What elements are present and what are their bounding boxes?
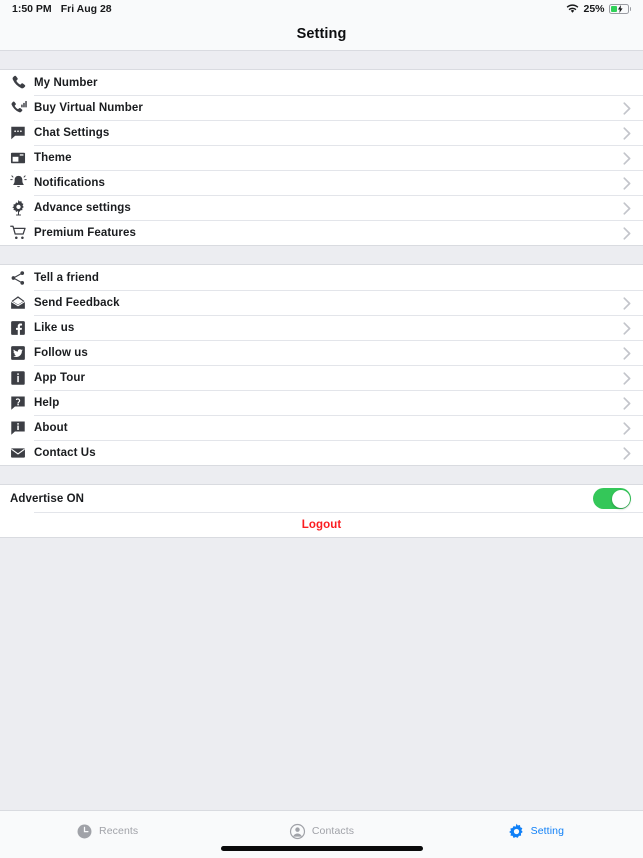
bell-icon [8, 173, 28, 193]
settings-row-label: Contact Us [34, 446, 96, 459]
settings-row-help[interactable]: Help [0, 390, 643, 415]
status-date: Fri Aug 28 [60, 3, 112, 15]
settings-row-follow-us[interactable]: Follow us [0, 340, 643, 365]
logout-label: Logout [301, 518, 342, 531]
section-gap-bottom [0, 466, 643, 484]
settings-row-label: Notifications [34, 176, 105, 189]
tab-bar: Recents Contacts Setting [0, 810, 643, 858]
settings-row-label: Premium Features [34, 226, 136, 239]
cart-icon [8, 223, 28, 243]
settings-row-my-number[interactable]: My Number [0, 70, 643, 95]
chevron-right-icon [623, 126, 631, 140]
settings-row-chat-settings[interactable]: Chat Settings [0, 120, 643, 145]
chevron-right-icon [623, 201, 631, 215]
section-gap-top [0, 51, 643, 69]
chat-bubble-icon [8, 123, 28, 143]
settings-row-label: Follow us [34, 346, 88, 359]
settings-row-label: Buy Virtual Number [34, 101, 143, 114]
home-indicator [220, 846, 423, 851]
empty-area [0, 538, 643, 810]
settings-row-notifications[interactable]: Notifications [0, 170, 643, 195]
chevron-right-icon [623, 176, 631, 190]
advertise-label: Advertise ON [10, 492, 85, 505]
lightning-bolt-icon [617, 5, 623, 13]
wifi-icon [567, 4, 579, 13]
chevron-right-icon [623, 296, 631, 310]
share-icon [8, 268, 28, 288]
phone-icon [8, 73, 28, 93]
toggle-knob [611, 489, 630, 508]
navigation-bar: Setting [0, 18, 643, 51]
facebook-icon [8, 318, 28, 338]
logout-button[interactable]: Logout [0, 512, 643, 537]
envelope-icon [8, 443, 28, 463]
info-square-icon [8, 368, 28, 388]
chevron-right-icon [623, 101, 631, 115]
settings-screen: 1:50 PM Fri Aug 28 25% Setting My Number… [0, 0, 643, 858]
gear-icon [508, 823, 523, 838]
gear-icon [8, 198, 28, 218]
info-bubble-icon [8, 418, 28, 438]
phone-signal-icon [8, 98, 28, 118]
chevron-right-icon [623, 371, 631, 385]
tab-recents[interactable]: Recents [0, 811, 214, 845]
page-title: Setting [296, 26, 347, 42]
question-bubble-icon [8, 393, 28, 413]
settings-row-advance-settings[interactable]: Advance settings [0, 195, 643, 220]
advertise-toggle[interactable] [593, 488, 631, 509]
settings-row-label: Help [34, 396, 60, 409]
settings-row-label: Tell a friend [34, 271, 99, 284]
social-section: Tell a friend Send Feedback Like us Follow … [0, 264, 643, 466]
status-time: 1:50 PM [12, 3, 52, 15]
account-section: My Number Buy Virtual Number Chat Settings… [0, 69, 643, 246]
tab-recents-label: Recents [99, 825, 139, 837]
tab-contacts[interactable]: Contacts [214, 811, 428, 845]
tab-contacts-label: Contacts [311, 825, 355, 837]
settings-row-premium-features[interactable]: Premium Features [0, 220, 643, 245]
status-bar: 1:50 PM Fri Aug 28 25% [0, 0, 643, 18]
settings-row-buy-virtual-number[interactable]: Buy Virtual Number [0, 95, 643, 120]
section-gap-middle [0, 246, 643, 264]
settings-row-label: Like us [34, 321, 75, 334]
settings-row-about[interactable]: About [0, 415, 643, 440]
settings-row-label: Theme [34, 151, 72, 164]
settings-row-label: My Number [34, 76, 98, 89]
battery-charging-icon [608, 4, 631, 14]
settings-row-label: About [34, 421, 68, 434]
advertise-logout-section: Advertise ON Logout [0, 484, 643, 538]
chevron-right-icon [623, 396, 631, 410]
tab-setting[interactable]: Setting [429, 811, 643, 845]
status-bar-left: 1:50 PM Fri Aug 28 [12, 3, 112, 15]
settings-row-label: Send Feedback [34, 296, 120, 309]
status-bar-right: 25% [566, 3, 631, 15]
settings-row-send-feedback[interactable]: Send Feedback [0, 290, 643, 315]
chevron-right-icon [623, 446, 631, 460]
settings-row-label: Advance settings [34, 201, 131, 214]
settings-row-theme[interactable]: Theme [0, 145, 643, 170]
settings-row-tell-a-friend[interactable]: Tell a friend [0, 265, 643, 290]
settings-row-app-tour[interactable]: App Tour [0, 365, 643, 390]
settings-row-contact-us[interactable]: Contact Us [0, 440, 643, 465]
chevron-right-icon [623, 346, 631, 360]
chevron-right-icon [623, 321, 631, 335]
battery-percent: 25% [583, 3, 605, 15]
open-envelope-icon [8, 293, 28, 313]
chevron-right-icon [623, 151, 631, 165]
settings-row-like-us[interactable]: Like us [0, 315, 643, 340]
chevron-right-icon [623, 226, 631, 240]
theme-image-icon [8, 148, 28, 168]
settings-row-label: Chat Settings [34, 126, 110, 139]
settings-row-label: App Tour [34, 371, 86, 384]
tab-setting-label: Setting [530, 825, 565, 837]
twitter-icon [8, 343, 28, 363]
chevron-right-icon [623, 421, 631, 435]
clock-icon [77, 824, 92, 838]
person-icon [289, 823, 305, 839]
advertise-row[interactable]: Advertise ON [0, 485, 643, 512]
